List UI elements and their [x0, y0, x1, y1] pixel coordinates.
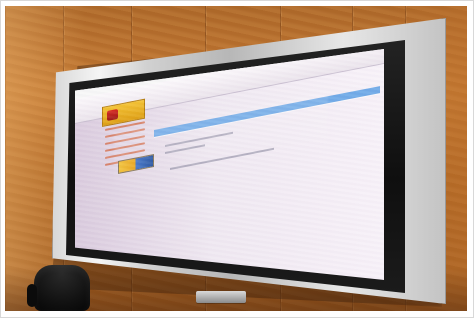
photo-frame: [0, 0, 474, 318]
wall-display: [52, 18, 446, 304]
office-chair: [27, 265, 90, 311]
content-text-line: [170, 147, 274, 170]
display-stand: [196, 291, 246, 303]
office-scene: [5, 6, 467, 311]
